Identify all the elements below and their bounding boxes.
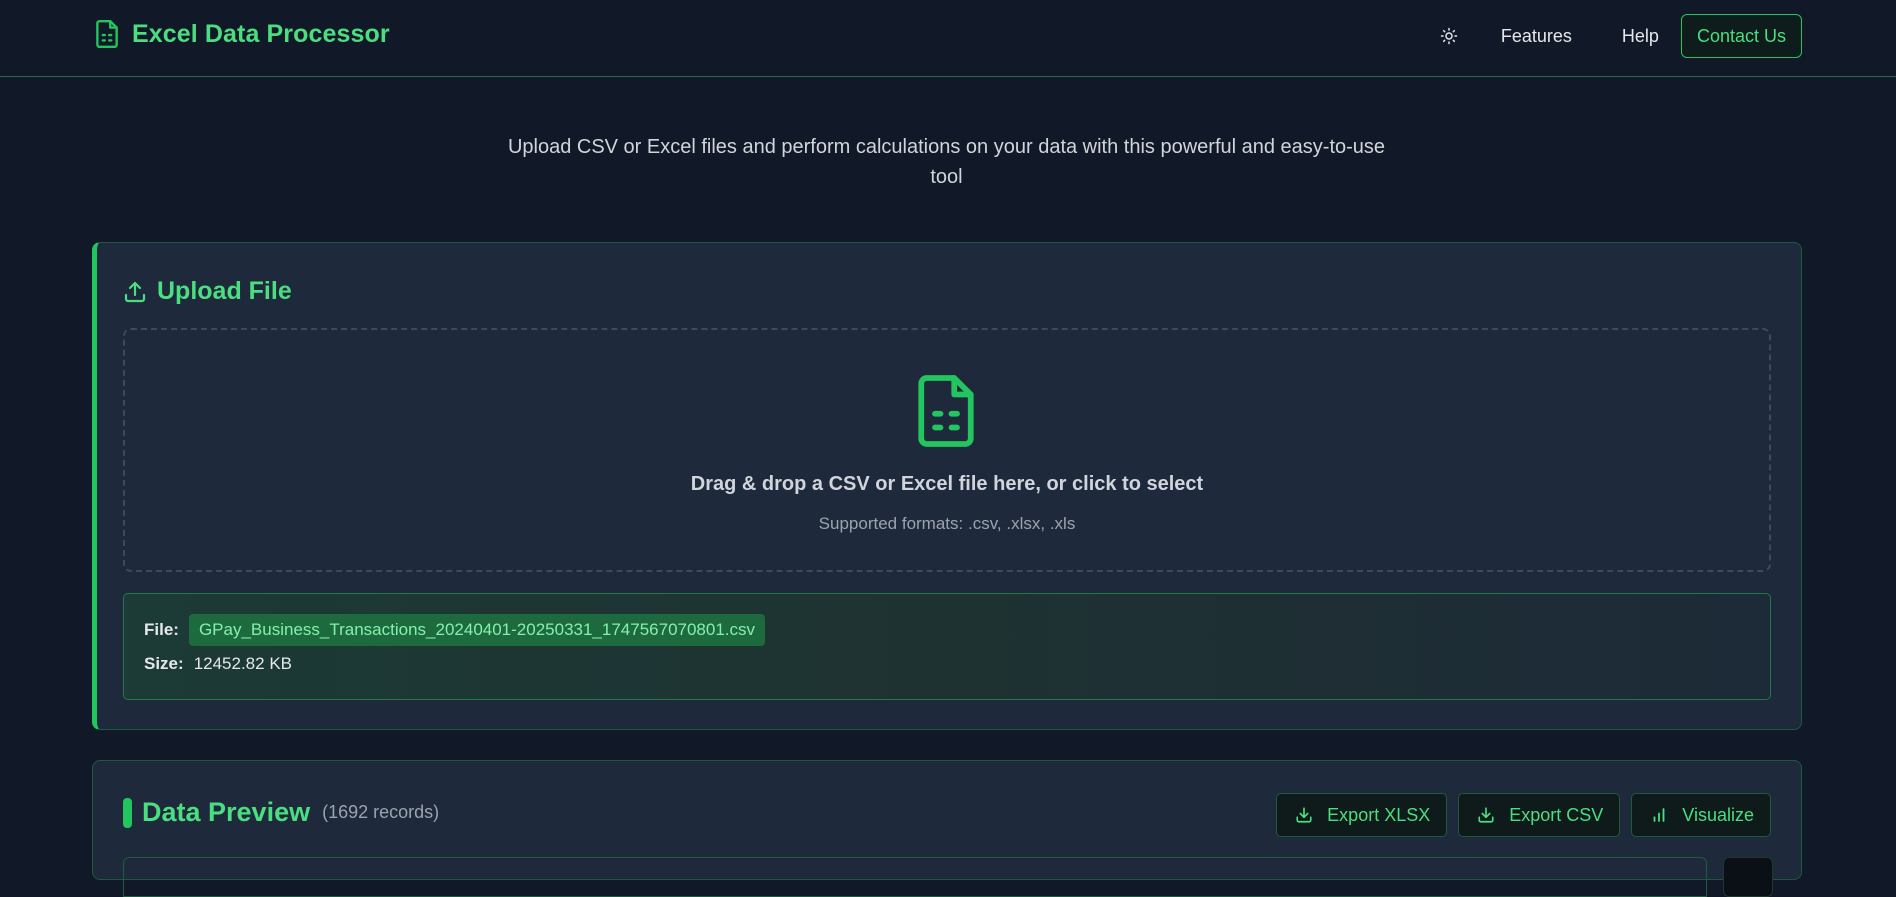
export-csv-label: Export CSV — [1509, 804, 1604, 825]
app-header: Excel Data Processor Features Help Conta… — [0, 0, 1896, 77]
data-preview-title: Data Preview (1692 records) — [123, 797, 439, 828]
file-size-row: Size: 12452.82 KB — [144, 654, 292, 674]
file-name-row: File: GPay_Business_Transactions_2024040… — [144, 614, 766, 646]
visualize-label: Visualize — [1682, 804, 1754, 825]
file-label: File: — [144, 620, 179, 639]
size-label: Size: — [144, 654, 184, 673]
contact-us-button[interactable]: Contact Us — [1680, 14, 1802, 58]
bar-chart-icon — [1653, 808, 1665, 822]
record-count: (1692 records) — [322, 802, 440, 822]
title-accent-bar — [123, 797, 132, 828]
file-dropzone[interactable]: Drag & drop a CSV or Excel file here, or… — [123, 328, 1771, 572]
visualize-button[interactable]: Visualize — [1631, 793, 1771, 837]
nav-link-help[interactable]: Help — [1622, 26, 1659, 47]
file-name-badge: GPay_Business_Transactions_20240401-2025… — [188, 614, 766, 646]
export-xlsx-label: Export XLSX — [1327, 804, 1431, 825]
download-icon — [1478, 807, 1494, 823]
nav-link-features[interactable]: Features — [1501, 26, 1572, 47]
top-nav: Features Help Contact Us — [1435, 14, 1802, 58]
download-icon — [1296, 807, 1312, 823]
upload-card: Upload File Drag & drop a CSV or Excel f… — [92, 242, 1802, 730]
export-xlsx-button[interactable]: Export XLSX — [1276, 793, 1448, 837]
data-preview-card: Data Preview (1692 records) Export XLSX … — [92, 760, 1802, 897]
preview-actions: Export XLSX Export CSV Visualize — [1276, 793, 1771, 837]
brand-title: Excel Data Processor — [132, 19, 390, 48]
dropzone-instructions: Drag & drop a CSV or Excel file here, or… — [690, 473, 1204, 495]
supported-formats: Supported formats: .csv, .xlsx, .xls — [818, 514, 1076, 533]
file-spreadsheet-icon — [913, 372, 979, 455]
page-tagline: Upload CSV or Excel files and perform ca… — [507, 136, 1386, 188]
data-preview-heading: Data Preview — [142, 797, 311, 827]
preview-table — [123, 857, 1707, 897]
sun-icon — [1440, 27, 1458, 45]
file-size-value: 12452.82 KB — [193, 654, 292, 673]
theme-toggle-button[interactable] — [1435, 22, 1463, 50]
file-info-panel: File: GPay_Business_Transactions_2024040… — [123, 593, 1771, 700]
file-spreadsheet-icon — [94, 19, 120, 49]
brand[interactable]: Excel Data Processor — [94, 19, 390, 49]
upload-title: Upload File — [157, 277, 292, 305]
export-csv-button[interactable]: Export CSV — [1458, 793, 1621, 837]
upload-card-title: Upload File — [123, 277, 292, 306]
preview-side-control[interactable] — [1723, 857, 1773, 897]
upload-icon — [124, 281, 146, 302]
